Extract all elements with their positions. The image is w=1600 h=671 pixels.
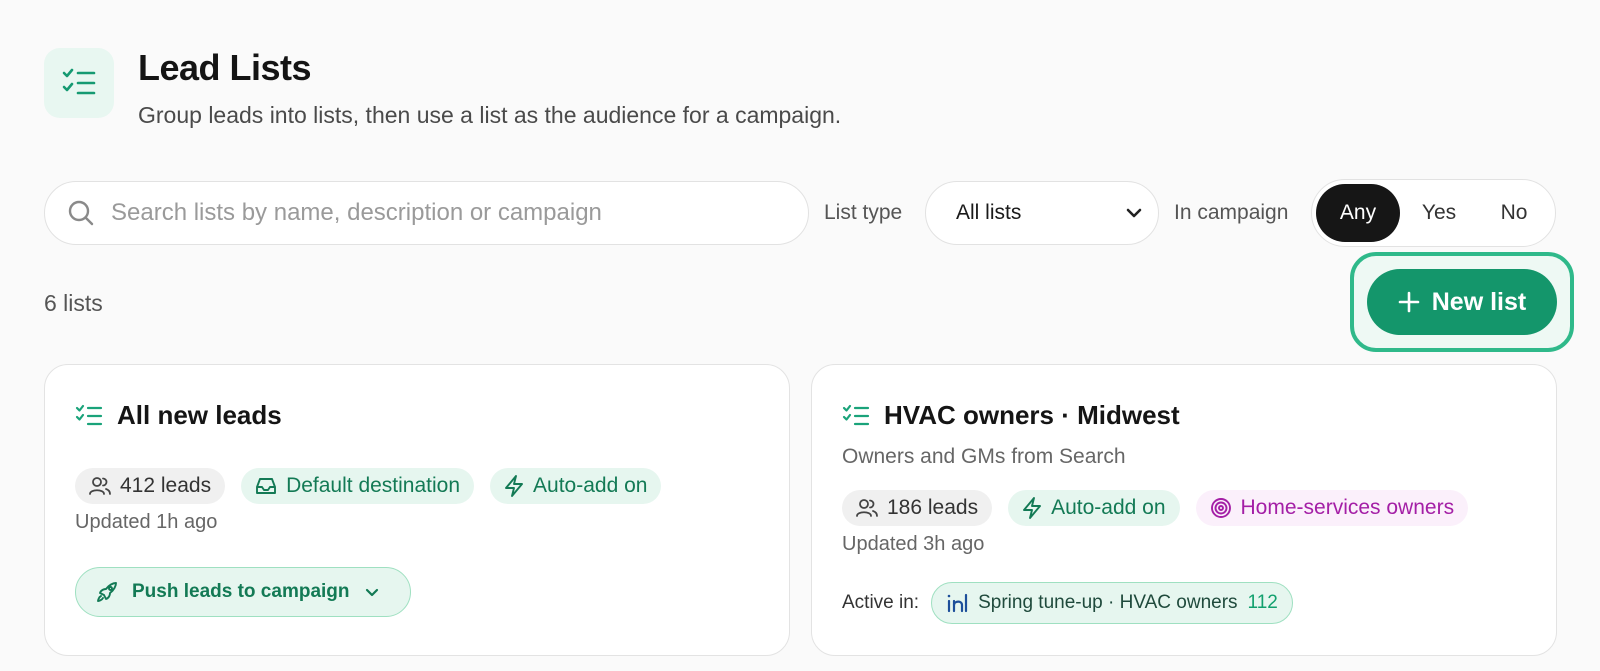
active-in-row: Active in: Spring tune-up · HVAC owners … bbox=[842, 582, 1293, 624]
list-check-icon bbox=[842, 404, 870, 428]
auto-add-chip: Auto-add on bbox=[490, 468, 662, 504]
new-list-button[interactable]: New list bbox=[1367, 269, 1557, 335]
campaign-name: Spring tune-up · HVAC owners bbox=[978, 592, 1238, 613]
linkedin-icon bbox=[946, 593, 968, 613]
page-title: Lead Lists bbox=[138, 47, 312, 88]
audience-chip: Home-services owners bbox=[1195, 490, 1469, 526]
lead-count-chip: 412 leads bbox=[75, 468, 226, 504]
list-type-select[interactable]: All lists bbox=[925, 181, 1159, 245]
in-campaign-option-any[interactable]: Any bbox=[1316, 184, 1400, 242]
updated-text: Updated 1h ago bbox=[75, 511, 218, 533]
chip-label: 186 leads bbox=[887, 496, 979, 519]
card-title-row: HVAC owners · Midwest bbox=[842, 400, 1180, 431]
default-destination-chip: Default destination bbox=[241, 468, 475, 504]
campaign-count: 112 bbox=[1247, 592, 1278, 613]
in-campaign-option-no[interactable]: No bbox=[1478, 184, 1550, 242]
in-campaign-option-yes[interactable]: Yes bbox=[1400, 184, 1478, 242]
chip-label: Auto-add on bbox=[533, 474, 648, 497]
new-list-label: New list bbox=[1431, 287, 1527, 316]
target-icon bbox=[1210, 497, 1232, 519]
search-icon bbox=[67, 199, 95, 227]
in-campaign-toggle: Any Yes No bbox=[1311, 179, 1556, 247]
active-in-label: Active in: bbox=[842, 592, 920, 613]
search-input[interactable] bbox=[111, 199, 751, 227]
lightning-icon bbox=[1022, 497, 1042, 519]
list-type-value: All lists bbox=[956, 201, 1022, 224]
card-chips: 412 leads Default destination Auto-add o… bbox=[75, 468, 662, 504]
page-subtitle: Group leads into lists, then use a list … bbox=[138, 102, 842, 128]
search-box[interactable] bbox=[44, 181, 809, 245]
updated-text: Updated 3h ago bbox=[842, 533, 985, 555]
card-title: All new leads bbox=[117, 400, 282, 430]
lead-count-chip: 186 leads bbox=[842, 490, 993, 526]
auto-add-chip: Auto-add on bbox=[1008, 490, 1180, 526]
in-campaign-label: In campaign bbox=[1174, 201, 1289, 224]
push-leads-button[interactable]: Push leads to campaign bbox=[75, 567, 411, 617]
chip-label: Home-services owners bbox=[1240, 496, 1455, 519]
list-card[interactable]: All new leads 412 leads Default destinat… bbox=[44, 364, 790, 656]
card-chips: 186 leads Auto-add on Home-services owne… bbox=[842, 490, 1469, 526]
header-icon-box bbox=[44, 48, 114, 118]
list-check-icon bbox=[75, 404, 103, 428]
card-description: Owners and GMs from Search bbox=[842, 445, 1126, 468]
users-icon bbox=[856, 498, 878, 518]
lightning-icon bbox=[504, 475, 524, 497]
users-icon bbox=[89, 476, 111, 496]
list-type-label: List type bbox=[824, 201, 903, 224]
card-title-row: All new leads bbox=[75, 400, 282, 431]
list-card[interactable]: HVAC owners · Midwest Owners and GMs fro… bbox=[811, 364, 1557, 656]
card-title: HVAC owners · Midwest bbox=[884, 400, 1180, 430]
rocket-icon bbox=[96, 581, 118, 603]
chevron-down-icon bbox=[1124, 203, 1144, 223]
campaign-chip[interactable]: Spring tune-up · HVAC owners 112 bbox=[931, 582, 1293, 624]
chip-label: Auto-add on bbox=[1051, 496, 1166, 519]
inbox-icon bbox=[255, 476, 277, 496]
new-list-focus-ring: New list bbox=[1350, 252, 1574, 352]
chip-label: Default destination bbox=[286, 474, 461, 497]
plus-icon bbox=[1398, 291, 1420, 313]
list-check-icon bbox=[62, 68, 96, 98]
chip-label: 412 leads bbox=[120, 474, 212, 497]
chevron-down-icon bbox=[364, 584, 380, 600]
list-count: 6 lists bbox=[44, 290, 103, 316]
push-leads-label: Push leads to campaign bbox=[132, 581, 350, 602]
